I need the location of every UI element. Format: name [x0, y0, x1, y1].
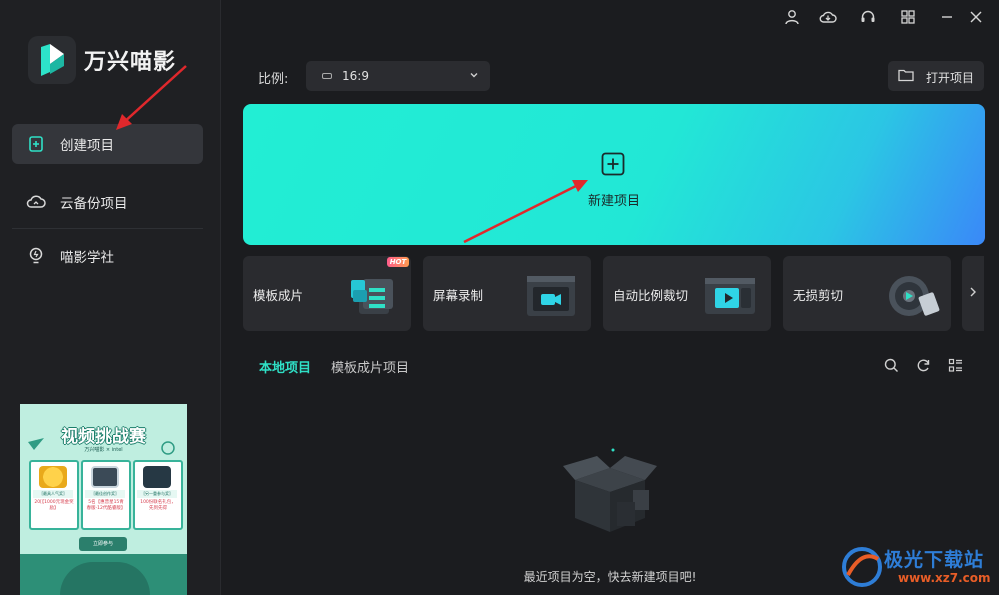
- watermark-url: www.xz7.com: [898, 571, 991, 585]
- sidebar: 万兴喵影 创建项目 云备份项目 喵影学社 视频挑战赛 万兴喵影 × intel …: [0, 0, 221, 595]
- watermark: 极光下载站 www.xz7.com: [840, 543, 995, 593]
- prize-tag: [最佳创作奖]: [85, 490, 125, 498]
- minimize-icon[interactable]: [936, 6, 958, 28]
- sidebar-item-label: 创建项目: [60, 138, 114, 154]
- search-icon[interactable]: [882, 356, 900, 374]
- screen-record-icon: [527, 276, 575, 316]
- cloud-download-icon[interactable]: [817, 6, 839, 28]
- prize-tag: [另一重参与奖]: [137, 490, 177, 498]
- open-project-button[interactable]: 打开项目: [888, 61, 984, 91]
- sidebar-item-academy[interactable]: 喵影学社: [12, 236, 203, 276]
- promo-banner[interactable]: 视频挑战赛 万兴喵影 × intel [最具人气奖] 20[【1000元现金奖励…: [20, 404, 187, 595]
- folder-icon: [898, 68, 914, 86]
- headset-icon[interactable]: [857, 6, 879, 28]
- sidebar-item-cloud-backup[interactable]: 云备份项目: [12, 182, 203, 222]
- prize-card: [最佳创作奖] 5名【惠普星15青春版-12代酷睿版】: [81, 460, 131, 530]
- laptop-icon: [91, 466, 119, 488]
- coin-icon: [39, 466, 67, 488]
- prize-card: [最具人气奖] 20[【1000元现金奖励】: [29, 460, 79, 530]
- card-screen-record[interactable]: 屏幕录制: [423, 256, 591, 331]
- card-label: 模板成片: [253, 288, 304, 303]
- list-view-icon[interactable]: [946, 356, 964, 374]
- ratio-select[interactable]: 16:9: [306, 61, 490, 91]
- new-project-button[interactable]: 新建项目: [243, 104, 985, 245]
- cards-next-button[interactable]: [962, 256, 984, 331]
- aspect-ratio-icon: [322, 73, 332, 79]
- sidebar-divider: [12, 228, 203, 229]
- cloud-icon: [26, 192, 46, 212]
- prize-card: [另一重参与奖] 100份联名礼包，先到先得: [133, 460, 183, 530]
- template-stack-icon: [351, 279, 393, 314]
- film-reel-icon: [889, 276, 940, 316]
- app-name: 万兴喵影: [84, 50, 177, 75]
- ratio-value: 16:9: [342, 69, 369, 83]
- backpack-icon: [143, 466, 171, 488]
- hot-badge: HOT: [387, 257, 409, 267]
- watermark-text: 极光下载站: [884, 549, 985, 571]
- banner-title: 视频挑战赛: [61, 427, 146, 447]
- sidebar-item-label: 喵影学社: [60, 250, 114, 266]
- card-label: 自动比例裁切: [613, 288, 689, 303]
- open-project-label: 打开项目: [926, 71, 975, 85]
- prize-text: 5名【惠普星15青春版-12代酷睿版】: [86, 500, 126, 511]
- grid-icon[interactable]: [897, 6, 919, 28]
- refresh-icon[interactable]: [914, 356, 932, 374]
- new-project-label: 新建项目: [587, 194, 640, 209]
- new-file-icon: [26, 134, 46, 154]
- auto-reframe-icon: [705, 278, 755, 314]
- sidebar-item-label: 云备份项目: [60, 196, 128, 212]
- prize-text: 100份联名礼包，先到先得: [140, 500, 176, 511]
- app-logo: [28, 36, 76, 84]
- lightbulb-icon: [26, 246, 46, 266]
- ratio-label: 比例:: [258, 72, 289, 87]
- prize-tag: [最具人气奖]: [33, 490, 73, 498]
- banner-subtitle: 万兴喵影 × intel: [84, 447, 123, 453]
- chevron-right-icon: [968, 286, 978, 302]
- card-lossless-cut[interactable]: 无损剪切: [783, 256, 951, 331]
- sidebar-item-create-project[interactable]: 创建项目: [12, 124, 203, 164]
- close-icon[interactable]: [965, 6, 987, 28]
- add-square-icon: [601, 152, 625, 180]
- empty-box-icon: [563, 448, 657, 532]
- banner-join-button[interactable]: 立即参与: [79, 537, 127, 551]
- user-icon[interactable]: [781, 6, 803, 28]
- card-label: 屏幕录制: [433, 288, 484, 303]
- prize-text: 20[【1000元现金奖励】: [34, 500, 74, 511]
- card-label: 无损剪切: [793, 288, 844, 303]
- chevron-down-icon: [468, 69, 480, 85]
- card-auto-reframe[interactable]: 自动比例裁切: [603, 256, 771, 331]
- card-template-film[interactable]: 模板成片: [243, 256, 411, 331]
- tab-template-projects[interactable]: 模板成片项目: [331, 357, 409, 376]
- tab-local-projects[interactable]: 本地项目: [259, 357, 311, 376]
- watermark-logo-icon: [842, 547, 882, 587]
